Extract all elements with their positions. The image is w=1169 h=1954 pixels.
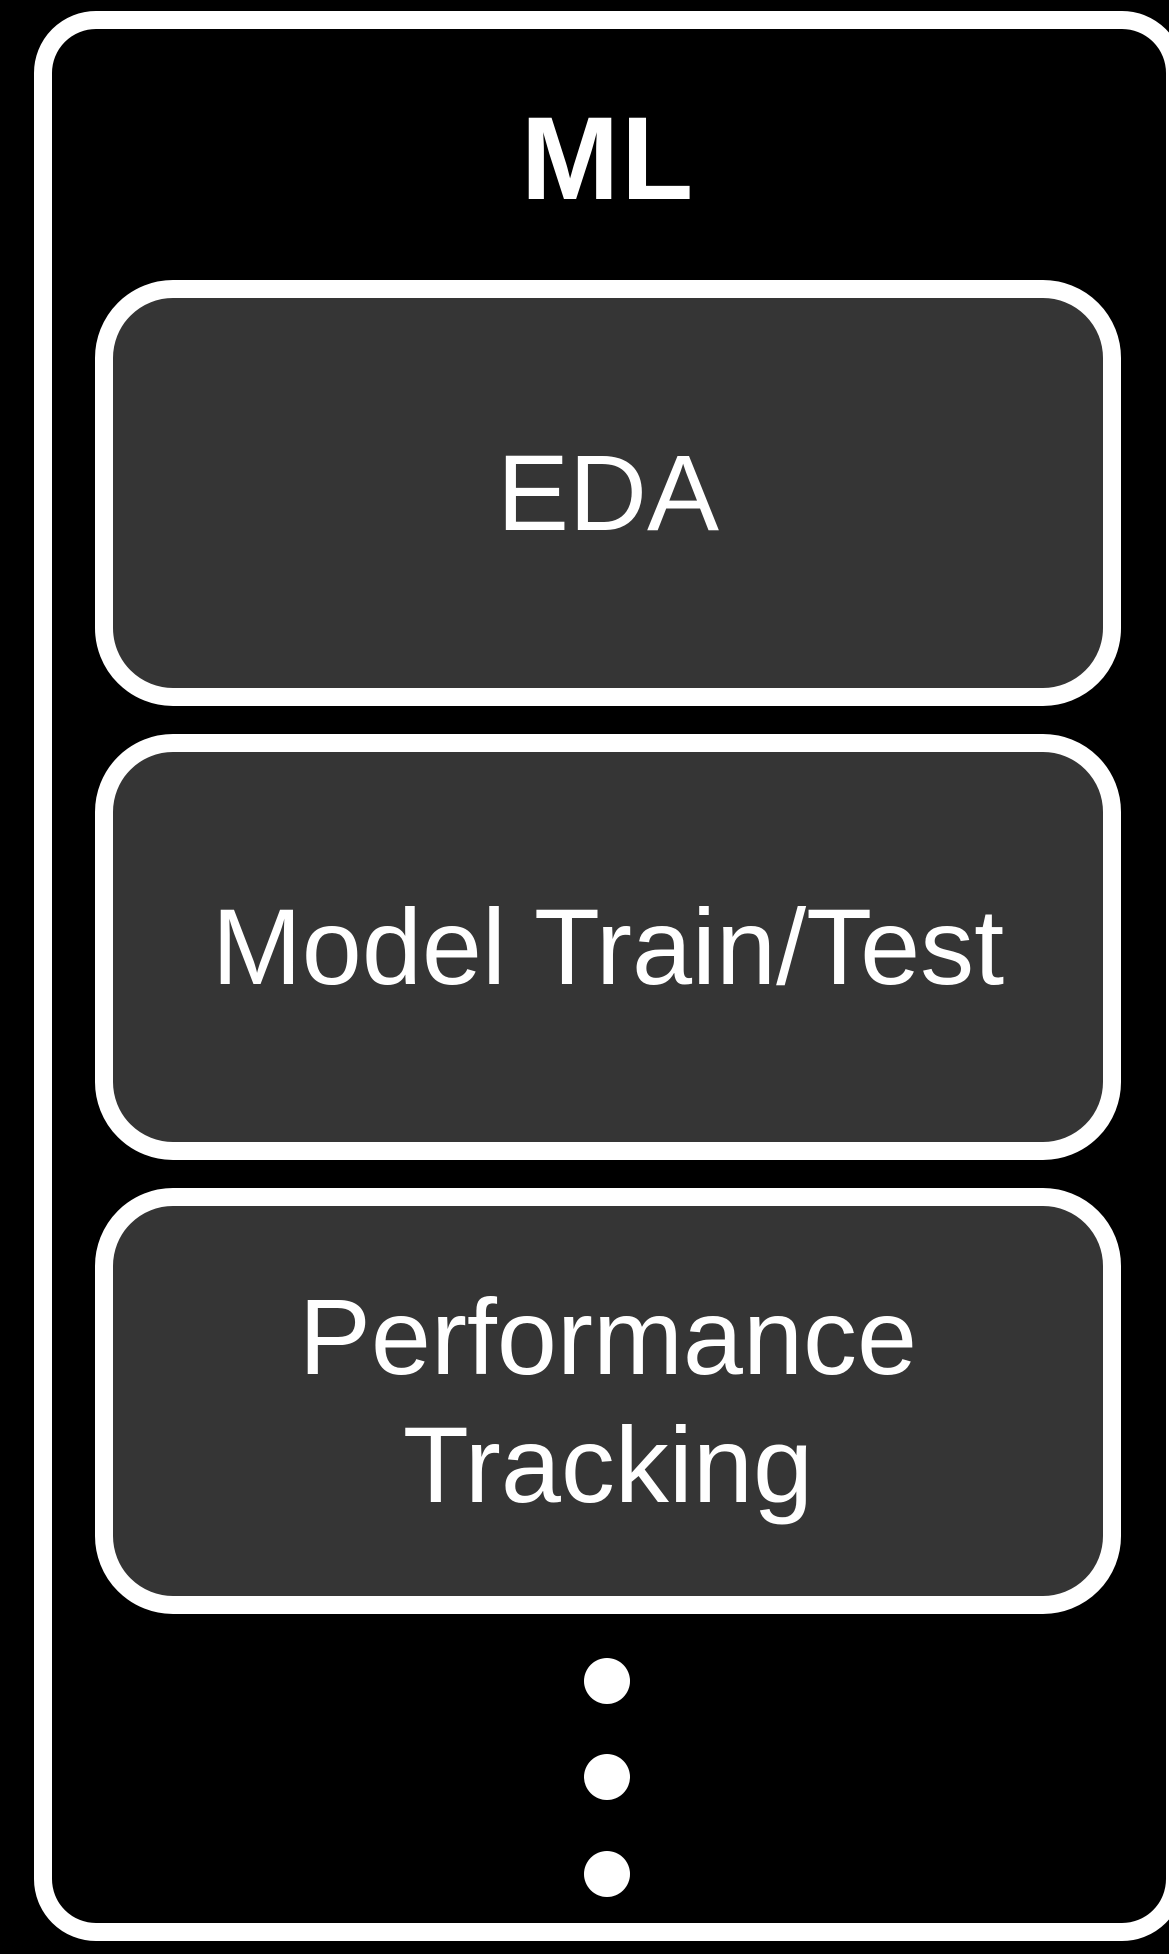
stage-eda: EDA — [95, 280, 1121, 706]
stage-model-train-test-label: Model Train/Test — [211, 886, 1005, 1007]
stage-eda-label: EDA — [496, 432, 720, 553]
stage-model-train-test: Model Train/Test — [95, 734, 1121, 1160]
stage-performance-tracking: Performance Tracking — [95, 1188, 1121, 1614]
ellipsis-dot — [584, 1658, 630, 1704]
diagram-title: ML — [520, 93, 696, 225]
stage-performance-tracking-label: Performance Tracking — [298, 1276, 918, 1525]
ellipsis-dot — [584, 1851, 630, 1897]
ellipsis-dot — [584, 1754, 630, 1800]
